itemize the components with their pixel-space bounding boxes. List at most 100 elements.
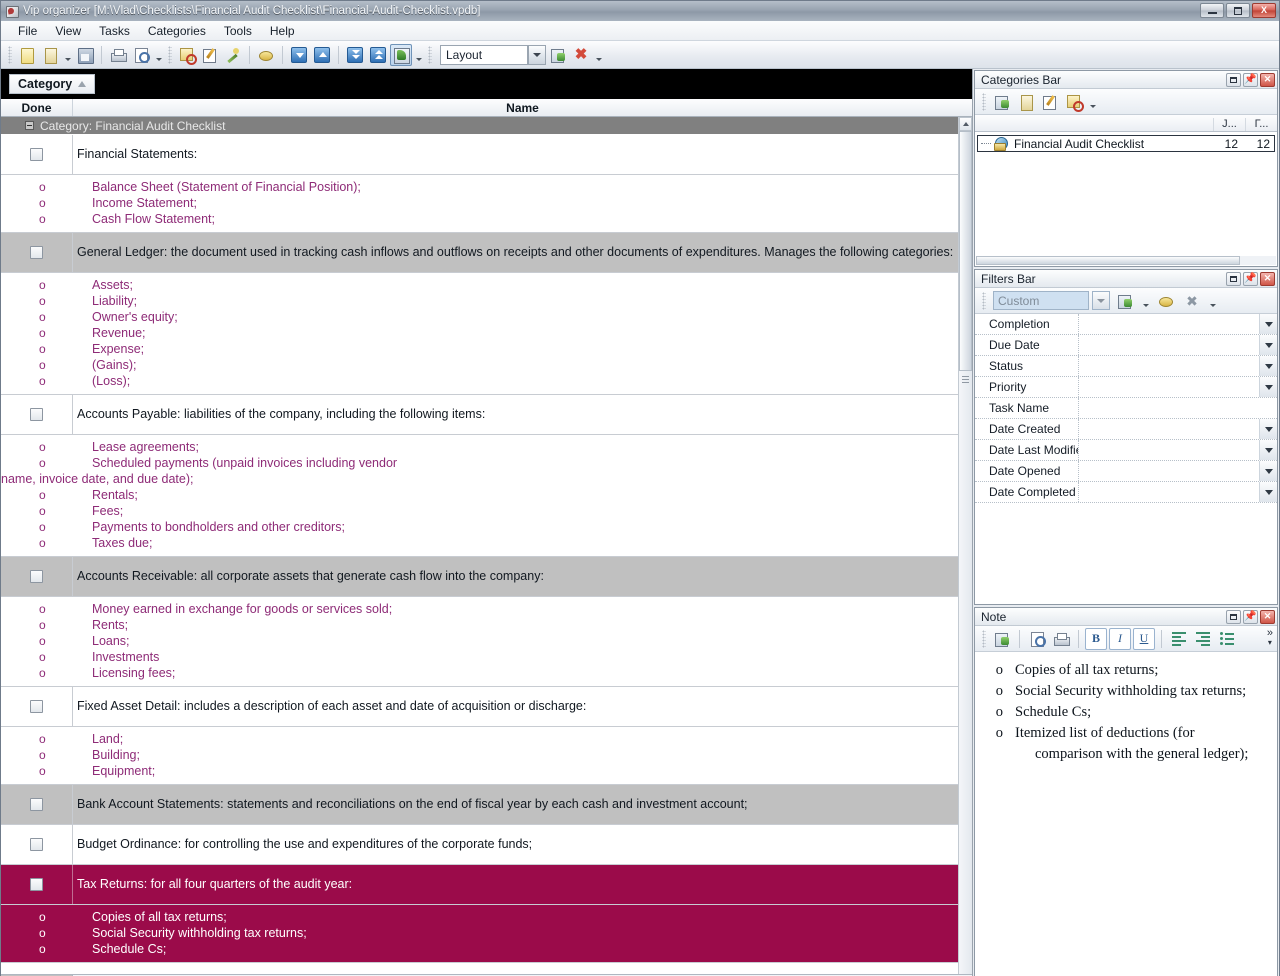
table-row[interactable]: Fixed Asset Detail: includes a descripti… xyxy=(1,687,972,727)
category-row[interactable]: Financial Audit Checklist 12 12 xyxy=(977,135,1275,152)
save-filter-button[interactable] xyxy=(1114,290,1136,312)
filter-preset-combo[interactable]: Custom xyxy=(993,291,1089,310)
layout-dropdown-arrow[interactable] xyxy=(528,45,546,65)
filter-row-date-completed[interactable]: Date Completed xyxy=(975,482,1277,503)
categories-column-2[interactable]: Г... xyxy=(1245,118,1277,131)
group-by-bar[interactable]: Category xyxy=(1,69,972,99)
categories-dropdown-arrow[interactable] xyxy=(1087,91,1098,113)
filter-dropdown-arrow[interactable] xyxy=(1259,482,1277,502)
categories-column-1[interactable]: J... xyxy=(1213,118,1245,131)
scrollbar-thumb[interactable] xyxy=(976,256,1240,265)
checkbox-icon[interactable] xyxy=(30,878,43,891)
checkbox-icon[interactable] xyxy=(30,570,43,583)
menu-tools[interactable]: Tools xyxy=(215,22,261,40)
categories-bar-restore-button[interactable] xyxy=(1226,73,1241,87)
note-print-button[interactable] xyxy=(1050,628,1072,650)
table-row-selected[interactable]: Tax Returns: for all four quarters of th… xyxy=(1,865,972,905)
filter-value-input[interactable] xyxy=(1079,314,1259,334)
delete-category-button[interactable] xyxy=(1063,91,1085,113)
task-done-cell[interactable] xyxy=(1,395,73,434)
edit-task-button[interactable] xyxy=(199,44,221,66)
filter-preset-dropdown-arrow[interactable] xyxy=(1092,291,1110,310)
find-task-button[interactable] xyxy=(176,44,198,66)
bold-button[interactable]: B xyxy=(1085,628,1107,650)
magic-wand-button[interactable] xyxy=(222,44,244,66)
scrollbar-thumb[interactable] xyxy=(959,131,972,371)
filter-row-completion[interactable]: Completion xyxy=(975,314,1277,335)
save-filter-dropdown-arrow[interactable] xyxy=(1140,290,1151,312)
filter-dropdown-arrow[interactable] xyxy=(1259,314,1277,334)
task-done-cell[interactable] xyxy=(1,233,73,272)
filter-row-task-name[interactable]: Task Name xyxy=(975,398,1277,419)
table-row[interactable]: Financial Statements: xyxy=(1,135,972,175)
filters-bar-autohide-button[interactable]: 📌 xyxy=(1243,272,1258,286)
categories-bar-close-button[interactable]: ✕ xyxy=(1260,73,1275,87)
filter-row-due-date[interactable]: Due Date xyxy=(975,335,1277,356)
toolbar-overflow-chevrons[interactable]: » ▾ xyxy=(1267,628,1273,648)
table-row[interactable]: Budget Ordinance: for controlling the us… xyxy=(1,825,972,865)
task-done-cell[interactable] xyxy=(1,135,73,174)
move-top-button[interactable] xyxy=(367,44,389,66)
checkbox-icon[interactable] xyxy=(30,246,43,259)
menu-tasks[interactable]: Tasks xyxy=(90,22,139,40)
menu-help[interactable]: Help xyxy=(261,22,304,40)
open-button[interactable] xyxy=(39,44,61,66)
filter-dropdown-arrow[interactable] xyxy=(1259,440,1277,460)
table-row[interactable]: Accounts Receivable: all corporate asset… xyxy=(1,557,972,597)
filters-toolbar-grip[interactable] xyxy=(982,292,986,310)
print-button[interactable] xyxy=(107,44,129,66)
checkbox-icon[interactable] xyxy=(30,148,43,161)
filter-dropdown-arrow[interactable] xyxy=(1259,461,1277,481)
note-print-preview-button[interactable] xyxy=(1026,628,1048,650)
column-header-name[interactable]: Name xyxy=(73,99,972,116)
group-collapse-icon[interactable] xyxy=(25,121,34,130)
categories-toolbar-grip[interactable] xyxy=(982,93,986,111)
move-up-button[interactable] xyxy=(311,44,333,66)
scroll-up-button[interactable] xyxy=(959,117,972,131)
group-by-chip-category[interactable]: Category xyxy=(9,74,95,94)
filter-row-date-last-modified[interactable]: Date Last Modifie xyxy=(975,440,1277,461)
task-done-cell[interactable] xyxy=(1,825,73,864)
layout-overflow-arrow[interactable] xyxy=(593,44,604,66)
apply-layout-button[interactable] xyxy=(547,44,569,66)
filter-dropdown-arrow[interactable] xyxy=(1259,335,1277,355)
note-toolbar-grip[interactable] xyxy=(982,630,986,648)
filter-row-status[interactable]: Status xyxy=(975,356,1277,377)
clear-filter-button[interactable] xyxy=(1155,290,1177,312)
table-row[interactable]: Bank Account Statements: statements and … xyxy=(1,785,972,825)
edit-category-button[interactable] xyxy=(1039,91,1061,113)
open-dropdown-arrow[interactable] xyxy=(62,44,73,66)
checkbox-icon[interactable] xyxy=(30,700,43,713)
task-done-cell[interactable] xyxy=(1,557,73,596)
filter-row-date-opened[interactable]: Date Opened xyxy=(975,461,1277,482)
note-autohide-button[interactable]: 📌 xyxy=(1243,610,1258,624)
minimize-button[interactable] xyxy=(1200,3,1224,18)
delete-layout-button[interactable]: ✖ xyxy=(570,44,592,66)
delete-filter-button[interactable]: ✖ xyxy=(1181,290,1203,312)
filters-bar-restore-button[interactable] xyxy=(1226,272,1241,286)
filter-value-input[interactable] xyxy=(1079,440,1259,460)
filter-value-input[interactable] xyxy=(1079,419,1259,439)
filter-value-input[interactable] xyxy=(1079,335,1259,355)
toolbar-grip-3[interactable] xyxy=(428,46,432,64)
filter-value-input[interactable] xyxy=(1079,482,1259,502)
align-left-button[interactable] xyxy=(1168,628,1190,650)
checkbox-icon[interactable] xyxy=(30,408,43,421)
menu-view[interactable]: View xyxy=(46,22,90,40)
complete-task-button[interactable] xyxy=(390,44,412,66)
filter-dropdown-arrow[interactable] xyxy=(1259,377,1277,397)
filters-dropdown-arrow[interactable] xyxy=(1207,290,1218,312)
new-task-button[interactable] xyxy=(16,44,38,66)
filter-dropdown-arrow[interactable] xyxy=(1259,419,1277,439)
group-row-category[interactable]: Category: Financial Audit Checklist xyxy=(1,117,972,135)
table-row[interactable]: Accounts Payable: liabilities of the com… xyxy=(1,395,972,435)
underline-button[interactable]: U xyxy=(1133,628,1155,650)
categories-horizontal-scrollbar[interactable] xyxy=(976,256,1276,265)
note-edit-button[interactable] xyxy=(991,628,1013,650)
filter-row-priority[interactable]: Priority xyxy=(975,377,1277,398)
save-button[interactable] xyxy=(74,44,96,66)
maximize-button[interactable] xyxy=(1226,3,1250,18)
close-button[interactable]: X xyxy=(1252,3,1276,18)
task-list-scrollbar[interactable] xyxy=(958,117,972,974)
note-restore-button[interactable] xyxy=(1226,610,1241,624)
